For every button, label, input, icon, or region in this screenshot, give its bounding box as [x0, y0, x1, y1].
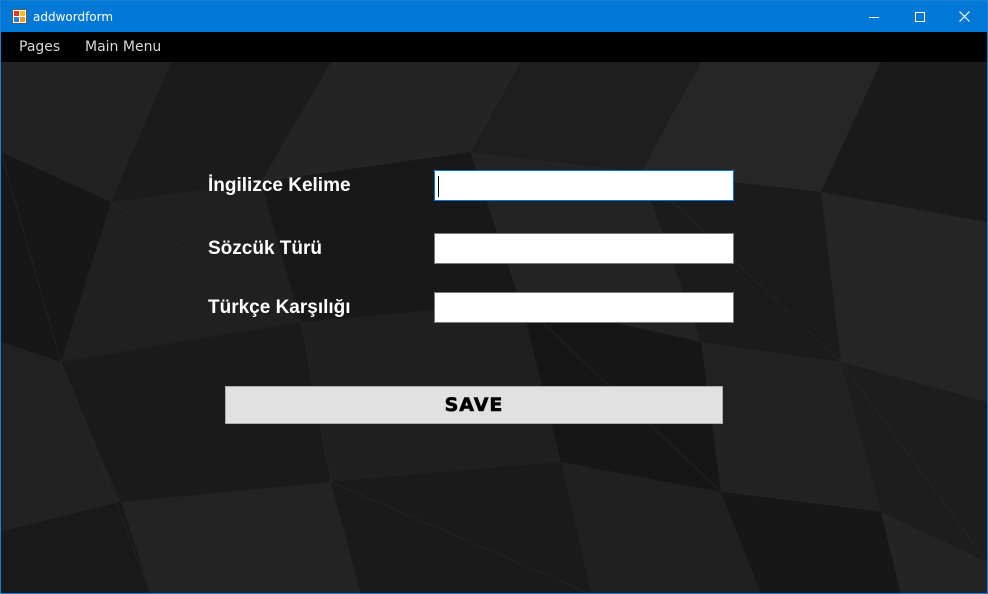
window-title: addwordform	[33, 10, 114, 24]
save-button-label: SAVE	[444, 394, 504, 417]
lowpoly-background	[1, 62, 987, 593]
word-type-input[interactable]	[434, 233, 734, 264]
app-icon	[12, 9, 27, 24]
maximize-button[interactable]	[897, 1, 943, 32]
word-type-label: Sözcük Türü	[208, 238, 323, 259]
turkish-meaning-input[interactable]	[434, 292, 734, 323]
title-bar[interactable]: addwordform	[1, 1, 987, 32]
close-button[interactable]	[941, 1, 987, 32]
english-word-label: İngilizce Kelime	[208, 175, 351, 196]
minimize-button[interactable]	[851, 1, 897, 32]
maximize-icon	[915, 11, 925, 22]
text-caret	[438, 176, 439, 197]
form-client-area: İngilizce Kelime Sözcük Türü Türkçe Karş…	[1, 62, 987, 593]
turkish-meaning-label: Türkçe Karşılığı	[208, 297, 351, 318]
menu-bar: Pages Main Menu	[1, 32, 987, 62]
minimize-icon	[869, 12, 879, 22]
english-word-input[interactable]	[434, 170, 734, 201]
close-icon	[958, 11, 970, 22]
app-window: addwordform Pages Main Menu İngilizce Ke…	[0, 0, 988, 594]
menu-item-main-menu[interactable]: Main Menu	[85, 39, 161, 56]
menu-item-pages[interactable]: Pages	[19, 39, 60, 56]
save-button[interactable]: SAVE	[225, 386, 723, 424]
